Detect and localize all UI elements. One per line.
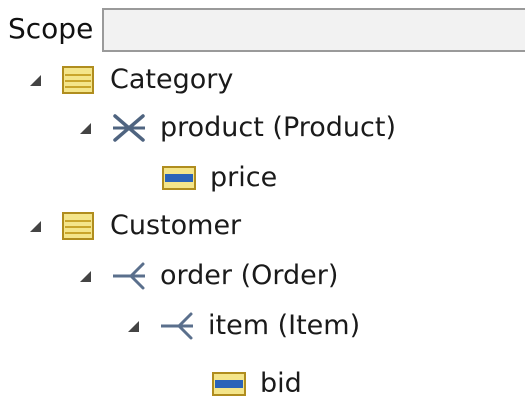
expanded-toggle-icon[interactable] bbox=[78, 121, 92, 135]
one-to-many-relation-icon bbox=[110, 260, 148, 292]
expanded-toggle-icon[interactable] bbox=[28, 73, 42, 87]
toggle-spacer bbox=[178, 377, 192, 391]
expanded-toggle-icon[interactable] bbox=[126, 319, 140, 333]
tree-item-label: price bbox=[210, 162, 278, 193]
tree-item-product[interactable]: product (Product) bbox=[78, 106, 396, 150]
tree-item-price[interactable]: price bbox=[128, 156, 277, 200]
tree-item-label: order (Order) bbox=[160, 260, 339, 291]
tree-item-bid[interactable]: bid bbox=[178, 362, 302, 406]
scope-bar: Scope bbox=[0, 0, 525, 58]
tree-item-label: Customer bbox=[110, 210, 242, 241]
tree-item-item[interactable]: item (Item) bbox=[126, 304, 360, 348]
tree-item-label: bid bbox=[260, 368, 302, 399]
attribute-icon bbox=[210, 368, 248, 400]
tree-item-order[interactable]: order (Order) bbox=[78, 254, 338, 298]
attribute-icon bbox=[160, 162, 198, 194]
scope-label: Scope bbox=[8, 12, 94, 45]
tree-item-category[interactable]: Category bbox=[28, 58, 233, 102]
many-to-many-relation-icon bbox=[110, 112, 148, 144]
tree-item-label: product (Product) bbox=[160, 112, 397, 143]
one-to-many-relation-icon bbox=[158, 310, 196, 342]
entity-icon bbox=[60, 64, 98, 96]
expanded-toggle-icon[interactable] bbox=[78, 269, 92, 283]
tree-item-label: Category bbox=[110, 64, 234, 95]
entity-icon bbox=[60, 210, 98, 242]
tree-item-customer[interactable]: Customer bbox=[28, 204, 241, 248]
tree-item-label: item (Item) bbox=[208, 310, 361, 341]
expanded-toggle-icon[interactable] bbox=[28, 219, 42, 233]
toggle-spacer bbox=[128, 171, 142, 185]
scope-input[interactable] bbox=[102, 8, 525, 52]
